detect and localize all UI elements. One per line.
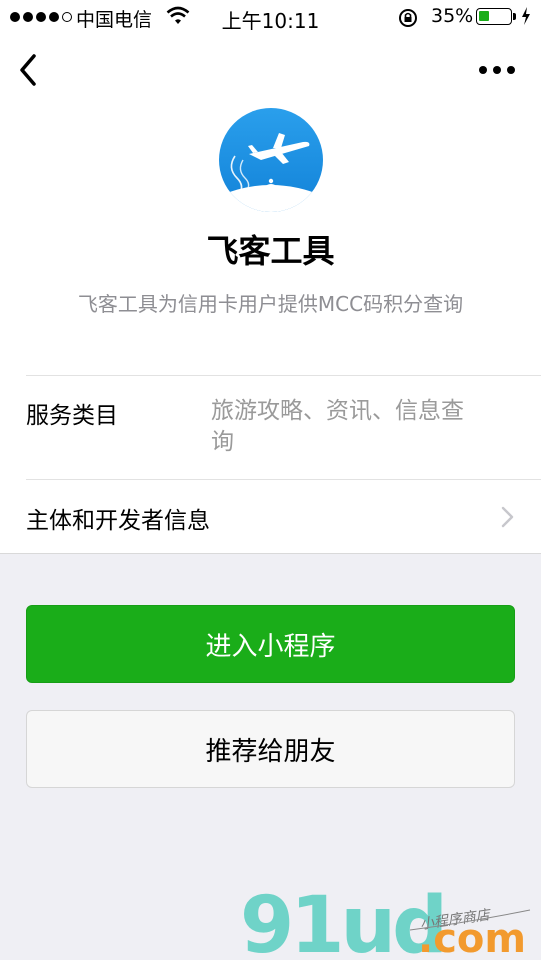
category-label: 服务类目 xyxy=(26,403,118,429)
status-bar: 中国电信 上午10:11 35% xyxy=(0,0,541,36)
enter-miniprogram-button[interactable]: 进入小程序 xyxy=(26,605,515,683)
rotation-lock-icon xyxy=(399,9,417,27)
category-value-line: 旅游攻略、资讯、信息查 xyxy=(211,398,464,424)
app-description: 飞客工具为信用卡用户提供MCC码积分查询 xyxy=(77,292,464,316)
battery-icon xyxy=(476,8,512,25)
app-profile-panel: 中国电信 上午10:11 35% 飞客工具 飞客工具为信用卡用户提供MCC码积分… xyxy=(0,0,541,554)
developer-info-row[interactable]: 主体和开发者信息 xyxy=(0,480,541,553)
chevron-right-icon xyxy=(501,506,514,528)
developer-info-label: 主体和开发者信息 xyxy=(26,508,210,534)
divider xyxy=(26,375,541,376)
watermark-logo: 91ud .com 小程序商店 xyxy=(240,881,531,960)
battery-percentage: 35% xyxy=(431,5,474,27)
category-value-line: 询 xyxy=(211,429,234,455)
category-value: 旅游攻略、资讯、信息查 询 xyxy=(211,396,521,458)
watermark-main: 91ud xyxy=(240,881,444,960)
recommend-to-friend-button[interactable]: 推荐给朋友 xyxy=(26,710,515,788)
app-name: 飞客工具 xyxy=(206,232,335,270)
app-logo xyxy=(219,108,323,212)
charging-icon xyxy=(522,7,530,25)
chevron-left-icon[interactable] xyxy=(14,52,44,88)
more-dots-icon[interactable] xyxy=(479,62,521,78)
battery-cap xyxy=(513,13,516,20)
